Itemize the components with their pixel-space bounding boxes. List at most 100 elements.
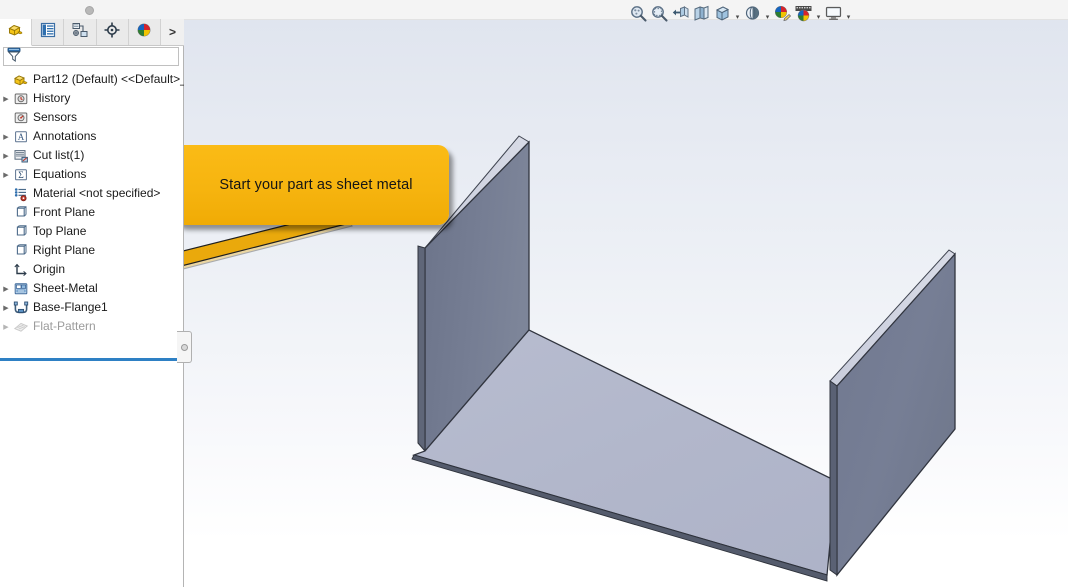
tree-item-label: Cut list(1) — [33, 148, 85, 162]
filter-input[interactable] — [23, 48, 167, 65]
expand-arrow — [0, 108, 12, 127]
panel-splitter-handle[interactable] — [177, 331, 192, 363]
apply-scene-icon — [793, 3, 814, 24]
tree-item-label: Part12 (Default) <<Default>_D — [33, 72, 184, 86]
configuration-manager-icon — [71, 21, 89, 44]
expand-arrow[interactable] — [0, 70, 12, 89]
base-flange-icon — [12, 299, 30, 316]
section-view-button[interactable] — [691, 3, 712, 24]
sheet-metal-icon — [12, 280, 30, 297]
tree-item-equations[interactable]: Σ Equations — [0, 165, 184, 184]
view-settings-button[interactable] — [823, 1, 853, 25]
expand-arrow[interactable] — [0, 165, 12, 184]
view-orientation-icon — [712, 3, 733, 24]
tree-item-label: History — [33, 91, 71, 105]
heads-up-view-toolbar[interactable] — [628, 0, 853, 26]
svg-text:Σ: Σ — [18, 171, 24, 181]
expand-arrow — [0, 260, 12, 279]
zoom-to-fit-icon — [628, 3, 649, 24]
expand-arrow[interactable] — [0, 298, 12, 317]
edit-appearance-icon — [772, 3, 793, 24]
expand-arrow — [0, 203, 12, 222]
view-orientation-chevron-down-icon[interactable] — [733, 1, 742, 25]
expand-arrow — [0, 222, 12, 241]
zoom-to-area-button[interactable] — [649, 3, 670, 24]
rollback-bar[interactable] — [0, 358, 184, 361]
manager-tab-row[interactable]: > — [0, 19, 184, 46]
material-icon — [12, 185, 30, 202]
expand-arrow — [0, 184, 12, 203]
tree-item-base-flange1[interactable]: Base-Flange1 — [0, 298, 184, 317]
plane-icon — [12, 204, 30, 221]
tree-item-label: Sheet-Metal — [33, 281, 98, 295]
dimxpert-manager-icon — [103, 21, 121, 44]
splitter-grip-icon — [180, 343, 188, 351]
previous-view-icon — [670, 3, 691, 24]
tree-item-material[interactable]: Material <not specified> — [0, 184, 184, 203]
tab-configuration-manager[interactable] — [64, 19, 97, 45]
view-settings-chevron-down-icon[interactable] — [844, 1, 853, 25]
tree-item-top-plane[interactable]: Top Plane — [0, 222, 184, 241]
zoom-to-fit-button[interactable] — [628, 3, 649, 24]
part-icon — [12, 71, 30, 88]
origin-icon — [12, 261, 30, 278]
expand-arrow — [0, 241, 12, 260]
filter-funnel-icon — [6, 46, 23, 68]
plane-icon — [12, 223, 30, 240]
feature-tree[interactable]: Part12 (Default) <<Default>_D History — [0, 70, 184, 360]
tree-item-root[interactable]: Part12 (Default) <<Default>_D — [0, 70, 184, 89]
solidworks-window: Start your part as sheet metal — [0, 0, 1068, 587]
feature-tree-filter[interactable] — [3, 47, 179, 66]
tree-item-label: Flat-Pattern — [33, 319, 96, 333]
tree-item-label: Equations — [33, 167, 87, 181]
tree-item-front-plane[interactable]: Front Plane — [0, 203, 184, 222]
expand-arrow[interactable] — [0, 127, 12, 146]
display-style-chevron-down-icon[interactable] — [763, 1, 772, 25]
expand-arrow[interactable] — [0, 89, 12, 108]
view-settings-icon — [823, 3, 844, 24]
tab-property-manager[interactable] — [32, 19, 65, 45]
tree-item-origin[interactable]: Origin — [0, 260, 184, 279]
tree-item-label: Base-Flange1 — [33, 300, 108, 314]
tree-item-label: Material <not specified> — [33, 186, 161, 200]
tree-item-annotations[interactable]: A Annotations — [0, 127, 184, 146]
tab-display-manager[interactable] — [128, 19, 162, 45]
display-manager-icon — [135, 21, 153, 44]
view-orientation-button[interactable] — [712, 1, 742, 25]
previous-view-button[interactable] — [670, 3, 691, 24]
apply-scene-chevron-down-icon[interactable] — [814, 1, 823, 25]
edit-appearance-button[interactable] — [772, 3, 793, 24]
section-view-icon — [691, 3, 712, 24]
plane-icon — [12, 242, 30, 259]
tree-item-history[interactable]: History — [0, 89, 184, 108]
zoom-to-area-icon — [649, 3, 670, 24]
tree-item-sheet-metal[interactable]: Sheet-Metal — [0, 279, 184, 298]
tree-item-cut-list[interactable]: Cut list(1) — [0, 146, 184, 165]
expand-arrow[interactable] — [0, 146, 12, 165]
callout-bubble: Start your part as sheet metal — [173, 145, 449, 225]
tab-dimxpert-manager[interactable] — [96, 19, 129, 45]
expand-arrow[interactable] — [0, 317, 12, 336]
tree-item-label: Sensors — [33, 110, 78, 124]
feature-manager-icon — [7, 21, 25, 44]
tree-item-flat-pattern[interactable]: Flat-Pattern — [0, 317, 184, 336]
tab-overflow-button[interactable]: > — [161, 19, 184, 45]
tree-item-label: Right Plane — [33, 243, 96, 257]
flat-pattern-icon — [12, 318, 30, 335]
tree-item-label: Origin — [33, 262, 66, 276]
tab-feature-manager[interactable] — [0, 19, 33, 46]
tree-item-right-plane[interactable]: Right Plane — [0, 241, 184, 260]
callout-text: Start your part as sheet metal — [219, 177, 413, 193]
display-style-icon — [742, 3, 763, 24]
apply-scene-button[interactable] — [793, 1, 823, 25]
tree-item-label: Top Plane — [33, 224, 87, 238]
history-icon — [12, 90, 30, 107]
tree-item-label: Annotations — [33, 129, 97, 143]
feature-manager-panel: > Part12 (Default) <<Default>_D ▶ Histor… — [0, 19, 184, 587]
display-style-button[interactable] — [742, 1, 772, 25]
cut-list-icon — [12, 147, 30, 164]
expand-arrow[interactable] — [0, 279, 12, 298]
tree-item-label: Front Plane — [33, 205, 96, 219]
tree-item-sensors[interactable]: Sensors — [0, 108, 184, 127]
sensors-icon — [12, 109, 30, 126]
